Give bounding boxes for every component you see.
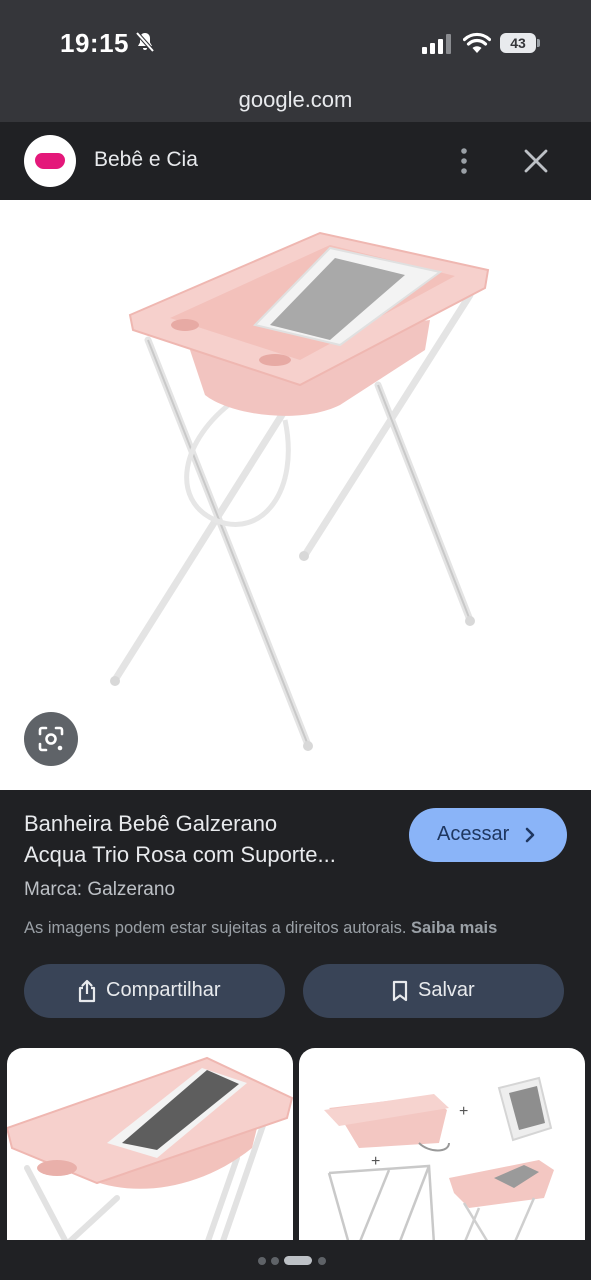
svg-text:+: + xyxy=(371,1153,380,1170)
product-info-panel: Banheira Bebê Galzerano Acqua Trio Rosa … xyxy=(0,790,591,1048)
visit-button[interactable]: Acessar xyxy=(409,808,567,862)
status-bar: 19:15 43 xyxy=(0,0,591,80)
site-name[interactable]: Bebê e Cia xyxy=(94,148,198,172)
logo-mark xyxy=(35,153,65,169)
page-dot xyxy=(318,1257,326,1265)
brand-label: Marca: Galzerano xyxy=(24,879,176,900)
page-dot-active xyxy=(284,1256,312,1265)
share-icon xyxy=(78,979,96,1003)
site-header: Bebê e Cia xyxy=(0,122,591,200)
save-label: Salvar xyxy=(418,979,475,1001)
visit-label: Acessar xyxy=(437,823,510,845)
learn-more-link[interactable]: Saiba mais xyxy=(411,919,497,937)
bookmark-icon xyxy=(392,980,408,1002)
signal-icon xyxy=(422,34,451,54)
wifi-icon xyxy=(463,32,491,53)
bathtub-stand-image xyxy=(110,231,490,751)
related-image-2[interactable]: + + xyxy=(299,1048,585,1244)
svg-text:+: + xyxy=(459,1103,468,1120)
product-image[interactable] xyxy=(0,200,591,790)
lens-button[interactable] xyxy=(24,712,78,766)
close-icon[interactable] xyxy=(523,148,549,174)
bell-off-icon xyxy=(135,31,155,53)
url-text: google.com xyxy=(238,87,353,112)
copyright-notice: As imagens podem estar sujeitas a direit… xyxy=(24,919,497,938)
battery-level: 43 xyxy=(500,33,536,53)
url-bar[interactable]: google.com xyxy=(0,80,591,122)
page-indicator xyxy=(258,1256,338,1266)
save-button[interactable]: Salvar xyxy=(303,964,564,1018)
lens-icon xyxy=(38,726,64,752)
battery-indicator: 43 xyxy=(500,33,540,53)
product-title-line2: Acqua Trio Rosa com Suporte... xyxy=(24,842,336,867)
page-dot xyxy=(258,1257,266,1265)
share-label: Compartilhar xyxy=(106,979,221,1001)
page-dot xyxy=(271,1257,279,1265)
related-images: + + xyxy=(0,1048,591,1244)
share-button[interactable]: Compartilhar xyxy=(24,964,285,1018)
status-time: 19:15 xyxy=(60,28,129,58)
chevron-right-icon xyxy=(525,827,535,843)
related-image-1[interactable] xyxy=(7,1048,293,1244)
more-vert-icon[interactable] xyxy=(452,146,476,176)
product-title[interactable]: Banheira Bebê Galzerano Acqua Trio Rosa … xyxy=(24,808,394,870)
copyright-text: As imagens podem estar sujeitas a direit… xyxy=(24,919,407,937)
product-title-line1: Banheira Bebê Galzerano xyxy=(24,811,278,836)
bottom-bar xyxy=(0,1240,591,1280)
bathtub-kit-image: + + xyxy=(324,1076,554,1244)
bathtub-closeup-image xyxy=(7,1056,293,1244)
site-logo[interactable] xyxy=(24,135,76,187)
